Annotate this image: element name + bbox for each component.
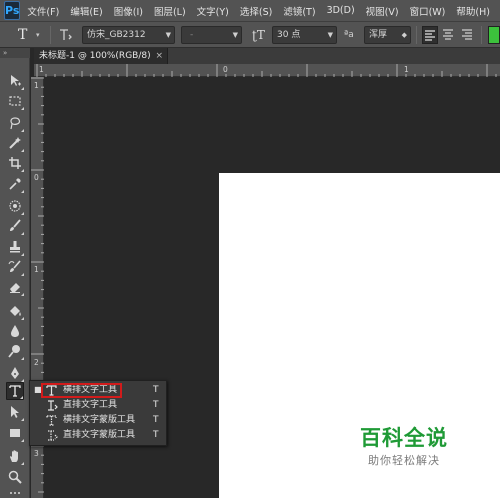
horizontal-ruler[interactable]: 1 0 1 [34,64,500,77]
zoom-tool-icon[interactable] [6,468,24,486]
annotation-highlight-box [41,383,122,398]
ruler-label: 3 [34,449,39,458]
marquee-tool-icon[interactable] [6,92,24,110]
flyout-item-shortcut: T [153,415,159,425]
font-style-select[interactable]: - ▼ [181,26,242,44]
flyout-item-vertical-type[interactable]: 直排文字工具 T [30,398,166,413]
document-tab[interactable]: 未标题-1 @ 100%(RGB/8) × [34,48,168,64]
menu-edit[interactable]: 编辑(E) [70,4,102,18]
magic-wand-tool-icon[interactable] [6,134,24,152]
flyout-item-label: 横排文字蒙版工具 [63,415,136,425]
photoshop-logo: Ps [4,1,21,20]
flyout-item-label: 直排文字蒙版工具 [63,430,136,440]
options-bar: T ▾ 仿宋_GB2312 ▼ - ▼ ʈT 30 点 ▼ ªa 浑厚 ◆ [0,21,500,48]
ruler-label: 1 [39,65,44,74]
ruler-label: 1 [404,65,409,74]
horizontal-ruler-ticks [36,64,497,77]
tool-preset-type-icon[interactable]: T [18,26,34,44]
align-center-icon [443,29,453,40]
toolbox: » [0,48,30,498]
watermark-logo: 百科全说 助你轻松解决 [339,422,469,470]
horizontal-type-mask-icon [46,415,57,426]
brush-tool-icon[interactable] [6,217,24,235]
crop-tool-icon[interactable] [6,154,24,172]
flyout-item-label: 直排文字工具 [63,400,118,410]
text-color-swatch[interactable] [488,26,500,44]
history-brush-tool-icon[interactable] [6,258,24,276]
menu-file[interactable]: 文件(F) [27,4,59,18]
align-left-icon [425,30,435,41]
pen-tool-icon[interactable] [6,364,24,382]
align-right-icon [462,29,472,40]
toolbox-collapse-grip[interactable]: » [0,48,30,58]
menu-layer[interactable]: 图层(L) [154,4,186,18]
align-right-button[interactable] [460,26,476,44]
dodge-tool-icon[interactable] [6,342,24,360]
type-tool-icon[interactable] [6,382,24,400]
tool-preset-chevron-icon[interactable]: ▾ [36,26,44,44]
eyedropper-tool-icon[interactable] [6,175,24,193]
rectangle-tool-icon[interactable] [6,424,24,442]
anti-alias-select[interactable]: 浑厚 ◆ [364,26,411,44]
document-tab-title: 未标题-1 @ 100%(RGB/8) [39,51,151,61]
flyout-item-shortcut: T [153,430,159,440]
close-icon[interactable]: × [155,48,163,64]
ruler-label: 1 [34,265,39,274]
font-size-icon: ʈT [252,28,265,42]
menu-select[interactable]: 选择(S) [240,4,272,18]
watermark-subtitle: 助你轻松解决 [368,454,440,467]
menu-help[interactable]: 帮助(H) [456,4,490,18]
type-tool-flyout-menu: ■ 横排文字工具 T 直排文字工具 T 横排文字蒙版工具 T 直排文字蒙版工具 … [29,380,167,446]
hand-tool-icon[interactable] [6,447,24,465]
eraser-tool-icon[interactable] [6,278,24,296]
clone-stamp-tool-icon[interactable] [6,238,24,256]
document-tab-bar: 未标题-1 @ 100%(RGB/8) × [34,48,500,64]
watermark-title: 百科全说 [360,426,448,450]
chevron-down-icon: ▼ [327,31,333,39]
menu-bar: Ps 文件(F) 编辑(E) 图像(I) 图层(L) 文字(Y) 选择(S) 滤… [0,0,500,21]
vertical-type-icon [48,400,58,411]
menu-window[interactable]: 窗口(W) [410,4,446,18]
anti-alias-icon: ªa [344,30,354,40]
ruler-label: 0 [223,65,228,74]
menu-3d[interactable]: 3D(D) [327,5,355,16]
flyout-item-shortcut: T [153,400,159,410]
font-family-select[interactable]: 仿宋_GB2312 ▼ [82,26,175,44]
flyout-item-vertical-type-mask[interactable]: 直排文字蒙版工具 T [30,428,166,443]
align-center-button[interactable] [441,26,457,44]
ruler-label: 0 [34,173,39,182]
ruler-label: 1 [34,81,39,90]
flyout-item-horizontal-type-mask[interactable]: 横排文字蒙版工具 T [30,413,166,428]
move-tool-icon[interactable] [6,72,24,90]
menu-type[interactable]: 文字(Y) [197,4,229,18]
vertical-type-mask-icon [48,430,58,441]
healing-brush-tool-icon[interactable] [6,197,24,215]
menu-image[interactable]: 图像(I) [114,4,143,18]
chevron-down-icon: ▼ [165,31,171,39]
path-selection-tool-icon[interactable] [6,403,24,421]
paint-bucket-tool-icon[interactable] [6,302,24,320]
font-size-select[interactable]: 30 点 ▼ [272,26,337,44]
blur-tool-icon[interactable] [6,322,24,340]
more-tools-icon[interactable] [6,488,24,498]
lasso-tool-icon[interactable] [6,114,24,132]
chevron-down-icon: ▼ [232,31,238,39]
menu-filter[interactable]: 滤镜(T) [283,4,315,18]
ruler-label: 2 [34,358,39,367]
chevron-updown-icon: ◆ [401,31,407,39]
text-orientation-toggle-icon[interactable] [57,26,73,44]
flyout-item-shortcut: T [153,385,159,395]
menu-view[interactable]: 视图(V) [366,4,399,18]
align-left-button[interactable] [422,26,438,44]
